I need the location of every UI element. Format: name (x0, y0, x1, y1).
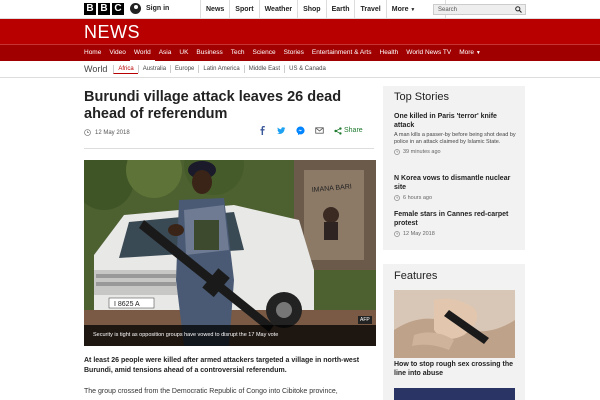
top-story-item[interactable]: One killed in Paris 'terror' knife attac… (394, 112, 519, 155)
logo-letter: B (98, 3, 110, 15)
section-world[interactable]: World (129, 45, 155, 62)
top-nav-weather[interactable]: Weather (258, 0, 298, 19)
top-stories-title: Top Stories (394, 91, 450, 103)
masthead: B B C Sign in News Sport Weather Shop Ea… (0, 0, 600, 19)
search-icon[interactable] (515, 6, 522, 13)
facebook-icon[interactable] (258, 126, 267, 135)
soldier-vehicle-photo: IMANA BARI I 8625 A (84, 160, 376, 346)
feature-headline[interactable]: How to stop rough sex crossing the line … (394, 360, 519, 378)
top-nav-news[interactable]: News (200, 0, 229, 19)
signin-label: Sign in (146, 5, 170, 12)
top-nav-earth[interactable]: Earth (325, 0, 355, 19)
section-more-label: More (459, 49, 475, 56)
section-tech[interactable]: Tech (227, 45, 249, 62)
section-nav: Home Video World Asia UK Business Tech S… (0, 44, 600, 62)
top-nav: News Sport Weather Shop Earth Travel Mor… (200, 0, 446, 19)
features-title: Features (394, 270, 438, 282)
chevron-down-icon: ▼ (475, 50, 481, 56)
subnav-middle-east[interactable]: Middle East (243, 65, 284, 73)
news-title[interactable]: NEWS (84, 22, 140, 43)
share-button[interactable]: Share (334, 126, 363, 135)
article-paragraph: The group crossed from the Democratic Re… (84, 388, 338, 395)
user-icon (130, 3, 141, 14)
clock-icon (84, 129, 91, 136)
world-subnav: World Africa Australia Europe Latin Amer… (84, 62, 330, 76)
email-icon[interactable] (315, 126, 324, 135)
article-headline: Burundi village attack leaves 26 dead ah… (84, 89, 342, 122)
section-business[interactable]: Business (192, 45, 226, 62)
share-tools: Share (258, 126, 363, 135)
image-credit: AFP (358, 316, 372, 324)
feature-image-next[interactable] (394, 388, 515, 400)
top-nav-travel[interactable]: Travel (354, 0, 385, 19)
divider (0, 77, 600, 78)
features-panel: Features How to stop rough sex crossing … (383, 264, 525, 400)
feature-photo (394, 290, 515, 358)
search-input[interactable]: Search (433, 4, 526, 15)
top-story-item[interactable]: N Korea vows to dismantle nuclear site 6… (394, 174, 519, 201)
image-caption: Security is tight as opposition groups h… (84, 325, 376, 346)
top-story-item[interactable]: Female stars in Cannes red-carpet protes… (394, 210, 519, 237)
section-entertainment[interactable]: Entertainment & Arts (308, 45, 376, 62)
article-date: 12 May 2018 (84, 129, 130, 136)
share-label: Share (344, 127, 363, 134)
article-date-text: 12 May 2018 (95, 129, 130, 136)
logo-letter: C (112, 3, 124, 15)
top-story-headline[interactable]: Female stars in Cannes red-carpet protes… (394, 210, 519, 228)
chevron-down-icon: ▼ (410, 7, 416, 13)
subnav-us-canada[interactable]: US & Canada (284, 65, 330, 73)
top-nav-shop[interactable]: Shop (297, 0, 326, 19)
top-story-time-text: 39 minutes ago (403, 149, 441, 155)
feature-image[interactable] (394, 290, 515, 358)
clock-icon (394, 149, 400, 155)
bbc-news-page: B B C Sign in News Sport Weather Shop Ea… (0, 0, 600, 400)
bbc-logo[interactable]: B B C (84, 3, 124, 15)
top-story-time-text: 12 May 2018 (403, 231, 435, 237)
section-more[interactable]: More ▼ (455, 45, 485, 62)
section-asia[interactable]: Asia (155, 45, 176, 62)
twitter-icon[interactable] (277, 126, 286, 135)
clock-icon (394, 195, 400, 201)
messenger-icon[interactable] (296, 126, 305, 135)
top-nav-more-label: More (391, 6, 409, 13)
share-icon (334, 126, 342, 135)
news-header: NEWS Home Video World Asia UK Business T… (0, 19, 600, 62)
section-world-news-tv[interactable]: World News TV (402, 45, 455, 62)
top-story-time: 12 May 2018 (394, 231, 519, 237)
subnav-australia[interactable]: Australia (137, 65, 170, 73)
top-nav-sport[interactable]: Sport (229, 0, 258, 19)
top-story-headline[interactable]: One killed in Paris 'terror' knife attac… (394, 112, 519, 130)
top-story-headline[interactable]: N Korea vows to dismantle nuclear site (394, 174, 519, 192)
top-story-time: 39 minutes ago (394, 149, 519, 155)
section-stories[interactable]: Stories (280, 45, 308, 62)
article-hero-image: IMANA BARI I 8625 A (84, 160, 376, 346)
article-intro: At least 26 people were killed after arm… (84, 357, 360, 374)
section-uk[interactable]: UK (175, 45, 192, 62)
section-video[interactable]: Video (105, 45, 130, 62)
subnav-title[interactable]: World (84, 64, 107, 74)
top-story-time: 6 hours ago (394, 195, 519, 201)
top-stories-panel: Top Stories One killed in Paris 'terror'… (383, 86, 525, 250)
signin-link[interactable]: Sign in (130, 3, 169, 14)
section-science[interactable]: Science (249, 45, 280, 62)
top-story-time-text: 6 hours ago (403, 195, 433, 201)
top-story-summary: A man kills a passer-by before being sho… (394, 132, 516, 145)
section-home[interactable]: Home (80, 45, 105, 62)
plate-text: I 8625 A (114, 301, 140, 308)
search-placeholder: Search (438, 7, 458, 13)
divider (84, 148, 374, 149)
clock-icon (394, 231, 400, 237)
subnav-africa[interactable]: Africa (113, 64, 138, 74)
subnav-europe[interactable]: Europe (170, 65, 198, 73)
section-health[interactable]: Health (376, 45, 403, 62)
logo-letter: B (84, 3, 96, 15)
subnav-latin-america[interactable]: Latin America (198, 65, 243, 73)
